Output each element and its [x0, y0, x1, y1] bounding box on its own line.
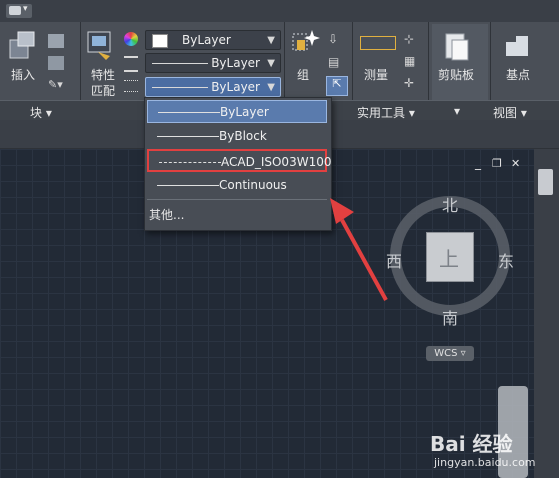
point-style-icon[interactable]: ⊹	[404, 32, 420, 46]
linetype-combo-value: ByLayer	[211, 56, 260, 70]
annotation-arrow-shaft	[340, 219, 388, 301]
quick-access-toolbar: ▾	[0, 0, 559, 23]
utilities-panel-title-overlay[interactable]: 实用工具 ▾	[357, 104, 415, 121]
match-properties-icon[interactable]	[86, 30, 114, 62]
insert-label[interactable]: 插入	[11, 66, 35, 83]
viewport-close-button[interactable]: ✕	[511, 157, 520, 170]
create-block-icon[interactable]	[48, 34, 64, 48]
scrollbar-thumb[interactable]	[538, 169, 553, 195]
group-label[interactable]: 组	[297, 66, 309, 83]
chevron-down-icon: ▾	[23, 4, 28, 14]
wcs-menu-button[interactable]: WCS ▿	[426, 346, 474, 361]
option-label: ByLayer	[220, 105, 269, 119]
viewport-restore-button[interactable]: ❐	[492, 157, 502, 170]
edit-block-icon[interactable]	[48, 56, 64, 70]
block-attribute-icon[interactable]: ✎▾	[48, 78, 70, 92]
dropdown-option-byblock[interactable]: ByBlock	[147, 125, 327, 148]
dropdown-option-continuous[interactable]: Continuous	[147, 174, 327, 197]
linetype-preview	[152, 63, 208, 64]
qat-menu-button[interactable]: ▾	[6, 4, 32, 18]
color-swatch	[152, 34, 168, 48]
linetype-icon[interactable]	[124, 56, 138, 72]
match-props-label-1: 特性	[91, 68, 116, 82]
lineweight-combo-value: ByLayer	[211, 80, 260, 94]
lineweight-icon[interactable]	[124, 80, 138, 92]
base-label[interactable]: 基点	[506, 66, 530, 83]
block-panel-title-overlay[interactable]: 块 ▾	[30, 104, 52, 121]
calculator-icon[interactable]: ▦	[404, 54, 420, 68]
group-edit-icon[interactable]: ⇩	[328, 32, 344, 46]
group-icon[interactable]	[290, 28, 320, 62]
annotation-arrow	[330, 198, 388, 301]
viewport-minimize-button[interactable]: _	[475, 156, 481, 170]
compass-east[interactable]: 东	[498, 248, 514, 272]
compass-north[interactable]: 北	[442, 192, 458, 216]
separator	[147, 199, 327, 200]
color-combo-value: ByLayer	[182, 33, 231, 47]
ungroup-icon[interactable]: ▤	[328, 55, 344, 69]
line-preview	[157, 136, 219, 137]
compass-south[interactable]: 南	[442, 305, 458, 329]
color-combo[interactable]: ByLayer ▼	[145, 30, 281, 50]
viewcube-top-face[interactable]: 上	[426, 232, 474, 282]
dashed-line-preview	[159, 162, 221, 163]
vertical-scrollbar[interactable]	[534, 149, 559, 478]
line-preview	[158, 112, 220, 113]
option-label: ByBlock	[219, 129, 267, 143]
lineweight-dropdown-list: ByLayer ByBlock ACAD_ISO03W100 Continuou…	[144, 97, 332, 231]
insert-block-icon[interactable]	[8, 30, 38, 64]
measure-label[interactable]: 测量	[364, 66, 388, 83]
chevron-down-icon: ▼	[267, 82, 275, 93]
clipboard-label[interactable]: 剪贴板	[438, 66, 474, 83]
id-point-icon[interactable]: ✛	[404, 76, 420, 90]
group-select-icon[interactable]: ⇱	[326, 76, 348, 96]
measure-ruler-icon[interactable]	[360, 36, 396, 50]
dropdown-option-bylayer[interactable]: ByLayer	[147, 100, 327, 123]
lineweight-combo[interactable]: ByLayer ▼	[145, 77, 281, 97]
watermark-url: jingyan.baidu.com	[434, 456, 536, 469]
view-panel-title-overlay[interactable]: 视图 ▾	[493, 104, 527, 121]
color-wheel-icon[interactable]	[124, 32, 138, 46]
chevron-down-icon: ▼	[267, 58, 275, 69]
linetype-combo[interactable]: ByLayer ▼	[145, 53, 281, 73]
app-icon	[9, 6, 21, 15]
dropdown-option-acad-iso03w100[interactable]: ACAD_ISO03W100	[147, 149, 331, 172]
watermark-brand: Bai 经验	[430, 432, 513, 456]
chevron-down-icon: ▼	[267, 35, 275, 46]
match-props-label-2: 匹配	[91, 84, 116, 98]
lineweight-preview	[152, 87, 208, 88]
clipboard-panel-title-overlay[interactable]: ▾	[454, 104, 460, 118]
option-label: Continuous	[219, 178, 287, 192]
clipboard-icon[interactable]	[444, 30, 470, 62]
line-preview	[157, 185, 219, 186]
viewcube-face-label: 上	[439, 247, 459, 271]
option-label: ACAD_ISO03W100	[221, 155, 332, 169]
base-point-icon[interactable]	[502, 34, 530, 60]
dropdown-option-other[interactable]: 其他...	[149, 206, 184, 223]
